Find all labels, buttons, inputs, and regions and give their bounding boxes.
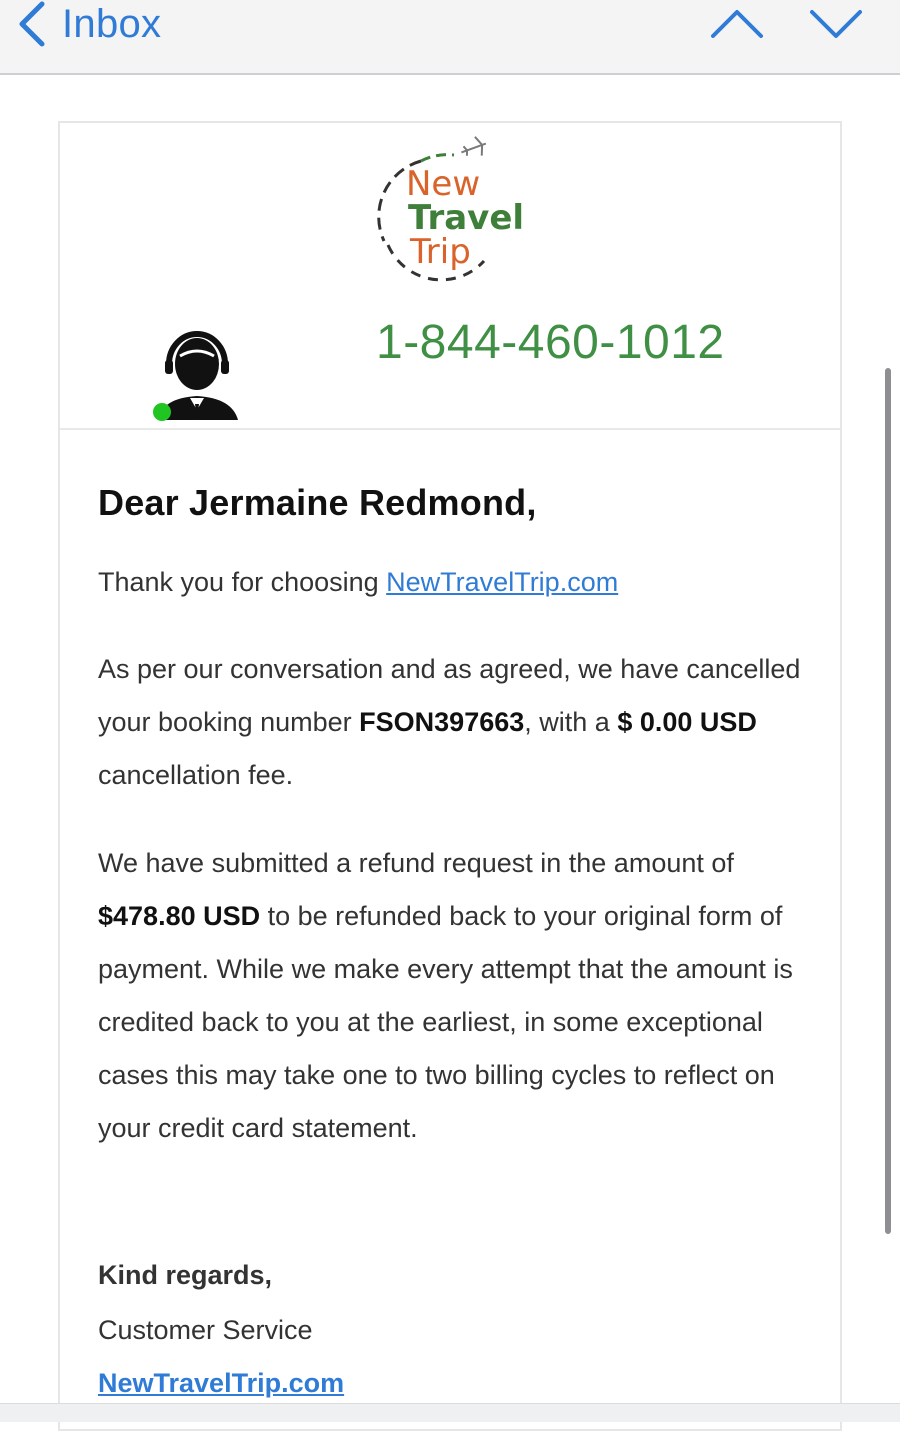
cancel-text-end: cancellation fee. — [98, 760, 294, 790]
online-status-dot — [153, 403, 171, 421]
new-travel-trip-logo: New Travel Trip — [377, 136, 524, 282]
bottom-toolbar-edge — [0, 1403, 900, 1422]
thanks-text: Thank you for choosing — [98, 567, 387, 597]
closing: Kind regards, — [98, 1260, 273, 1290]
refund-text-end: to be refunded back to your original for… — [98, 901, 793, 1143]
signature-website-link[interactable]: NewTravelTrip.com — [98, 1361, 344, 1405]
cancellation-paragraph: As per our conversation and as agreed, w… — [98, 643, 813, 802]
support-agent-icon — [153, 331, 238, 421]
greeting: Dear Jermaine Redmond, — [98, 482, 537, 523]
chevron-left-icon — [19, 1, 45, 47]
thanks-paragraph: Thank you for choosing NewTravelTrip.com — [98, 560, 813, 604]
next-message-button[interactable] — [808, 4, 864, 44]
navigation-bar: Inbox — [0, 0, 900, 75]
email-body: New Travel Trip 1-844-460-1012 Dear Jerm… — [58, 121, 842, 1431]
signer-name: Customer Service — [98, 1315, 313, 1345]
chevron-down-icon — [810, 10, 862, 38]
back-to-inbox-button[interactable]: Inbox — [16, 0, 161, 48]
refund-amount: $478.80 USD — [98, 901, 261, 931]
back-label: Inbox — [62, 2, 162, 46]
refund-text-start: We have submitted a refund request in th… — [98, 848, 734, 878]
cancellation-fee: $ 0.00 USD — [617, 707, 757, 737]
email-header: New Travel Trip 1-844-460-1012 — [60, 123, 840, 430]
vertical-scrollbar[interactable] — [885, 368, 891, 1234]
chevron-up-icon — [711, 10, 763, 38]
website-link[interactable]: NewTravelTrip.com — [386, 567, 618, 597]
previous-message-button[interactable] — [709, 4, 765, 44]
logo-word-trip: Trip — [409, 232, 471, 272]
phone-number[interactable]: 1-844-460-1012 — [376, 315, 725, 371]
booking-number: FSON397663 — [359, 707, 525, 737]
refund-paragraph: We have submitted a refund request in th… — [98, 837, 813, 1155]
cancel-text-middle: , with a — [524, 707, 618, 737]
